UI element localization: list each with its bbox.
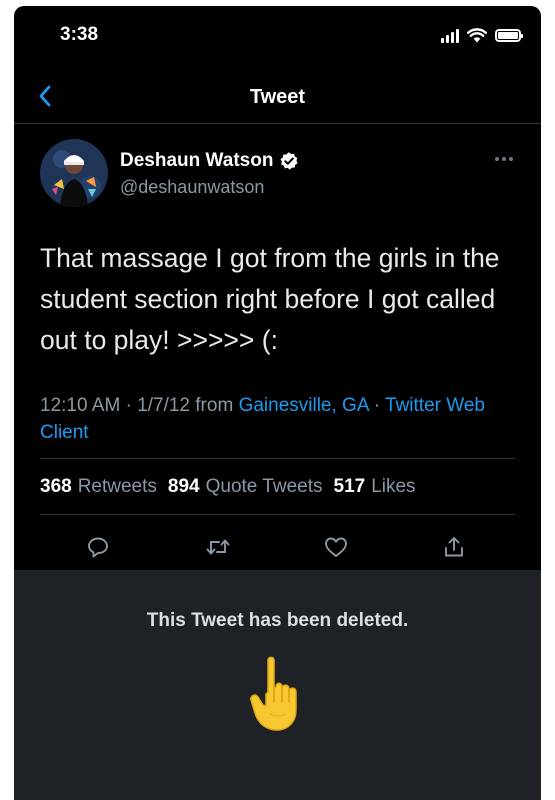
meta-separator: · [125,395,132,416]
nav-bar: Tweet [14,68,541,124]
avatar-image [40,139,108,207]
status-bar: 3:38 [14,6,541,68]
like-button[interactable] [316,527,356,567]
tweet-text: That massage I got from the girls in the… [40,243,500,355]
divider [40,458,515,459]
action-bar [14,527,541,569]
more-icon[interactable] [493,152,515,166]
retweet-icon [206,539,230,555]
retweets-stat[interactable]: 368 Retweets [40,476,157,498]
location-link[interactable]: Gainesville, GA [239,395,369,416]
deleted-notice-panel: This Tweet has been deleted. [14,570,541,800]
retweet-button[interactable] [198,527,238,567]
verified-badge-icon [280,152,299,170]
signal-icon [441,28,459,43]
reply-button[interactable] [78,527,118,567]
tweet-time: 12:10 AM [40,395,121,416]
tweet-date: 1/7/12 [137,395,190,416]
status-icons [441,28,523,43]
author-name-text: Deshaun Watson [120,150,274,171]
avatar[interactable] [40,139,108,207]
status-time: 3:38 [60,24,99,45]
deleted-notice-text: This Tweet has been deleted. [146,610,409,631]
author-handle[interactable]: @deshaunwatson [120,177,264,198]
page-title: Tweet [249,86,306,108]
likes-stat[interactable]: 517 Likes [334,476,416,498]
share-icon [445,537,463,557]
divider [40,514,515,515]
tweet-stats: 368 Retweets 894 Quote Tweets 517 Likes [40,476,416,498]
reply-icon [88,537,108,558]
like-icon [325,537,347,557]
share-button[interactable] [434,527,474,567]
battery-icon [495,29,523,42]
wifi-icon [467,28,487,43]
tweet-meta: 12:10 AM · 1/7/12 from Gainesville, GA ·… [40,392,520,446]
from-label: from [195,395,234,416]
pointing-hand-emoji [250,656,297,731]
phone-screen: 3:38 Tweet Deshaun Watson @deshaunwatson… [14,6,541,800]
author-name[interactable]: Deshaun Watson [120,150,299,172]
meta-separator: · [373,395,381,416]
quote-tweets-stat[interactable]: 894 Quote Tweets [168,476,323,498]
